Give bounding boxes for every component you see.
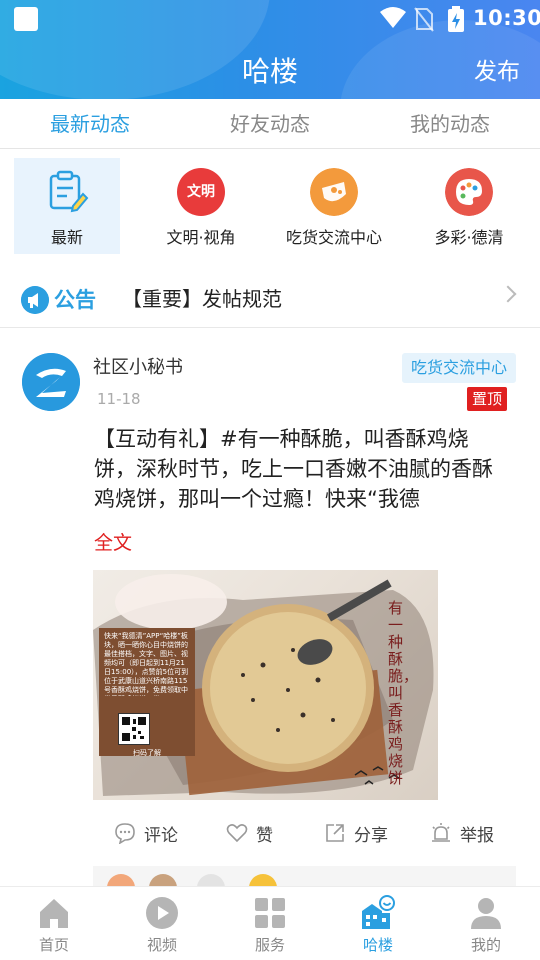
pinned-badge: 置顶 xyxy=(466,387,507,411)
promo-card: 快来“我德清”APP“哈楼”板块，晒一晒你心目中烧饼的最佳搭档，文字、图片、视频… xyxy=(99,628,195,756)
video-icon xyxy=(146,897,178,929)
nav-label: 哈楼 xyxy=(362,936,393,954)
category-latest[interactable]: 最新 xyxy=(14,158,120,254)
comment-button[interactable]: 评论 xyxy=(114,818,178,848)
clipboard-icon xyxy=(49,170,89,213)
nav-video[interactable]: 视频 xyxy=(108,887,216,960)
nav-label: 服务 xyxy=(254,936,285,954)
publish-button[interactable]: 发布 xyxy=(474,52,520,86)
category-colorful[interactable]: 多彩·德清 xyxy=(416,158,522,254)
food-icon xyxy=(310,168,358,216)
nav-label: 视频 xyxy=(146,936,177,954)
share-label: 分享 xyxy=(354,825,388,846)
battery-charging-icon xyxy=(448,6,464,32)
like-label: 赞 xyxy=(256,825,273,846)
qr-caption: 扫码了解 xyxy=(133,749,161,756)
promo-card-text: 快来“我德清”APP“哈楼”板块，晒一晒你心目中烧饼的最佳搭档，文字、图片、视频… xyxy=(104,632,189,696)
like-button[interactable]: 赞 xyxy=(226,818,273,848)
wenming-icon-text: 文明 xyxy=(187,184,215,200)
announcement-bar[interactable]: 公告 【重要】发帖规范 xyxy=(0,272,540,328)
report-button[interactable]: 举报 xyxy=(430,818,494,848)
bottom-nav: 首页 视频 服务 哈楼 我的 xyxy=(0,886,540,960)
post-actions: 评论 赞 分享 举报 xyxy=(108,818,508,848)
full-text-link[interactable]: 全文 xyxy=(94,528,132,555)
tab-friends[interactable]: 好友动态 xyxy=(180,99,360,148)
post-image[interactable]: 快来“我德清”APP“哈楼”板块，晒一晒你心目中烧饼的最佳搭档，文字、图片、视频… xyxy=(93,570,438,800)
category-label: 多彩·德清 xyxy=(434,228,504,247)
topic-tag[interactable]: 吃货交流中心 xyxy=(401,353,516,383)
category-row: 最新 文明 文明·视角 吃货交流中心 多彩·德清 xyxy=(0,158,540,256)
liker-avatars xyxy=(107,874,277,886)
announcement-text: 【重要】发帖规范 xyxy=(122,287,282,311)
notification-app-icon xyxy=(14,7,38,31)
feed-tabs: 最新动态 好友动态 我的动态 xyxy=(0,99,540,149)
category-label: 最新 xyxy=(50,228,83,247)
avatar[interactable] xyxy=(22,353,80,411)
category-label: 吃货交流中心 xyxy=(285,228,382,247)
feed-post: 社区小秘书 11-18 吃货交流中心 置顶 【互动有礼】#有一种酥脆，叫香酥鸡烧… xyxy=(0,338,540,886)
nav-label: 我的 xyxy=(470,936,501,954)
category-food[interactable]: 吃货交流中心 xyxy=(281,158,387,254)
share-icon xyxy=(326,824,344,842)
megaphone-icon xyxy=(21,286,49,314)
report-label: 举报 xyxy=(460,825,494,846)
liker-avatars-strip[interactable] xyxy=(93,866,516,886)
status-time: 10:30 xyxy=(473,6,540,30)
heart-icon xyxy=(226,824,248,843)
post-date: 11-18 xyxy=(97,390,141,408)
tab-latest[interactable]: 最新动态 xyxy=(0,99,180,148)
chevron-right-icon xyxy=(499,285,517,303)
report-icon xyxy=(432,823,450,842)
nav-home[interactable]: 首页 xyxy=(0,887,108,960)
qr-code xyxy=(118,713,150,745)
comment-icon xyxy=(115,823,135,844)
tab-mine[interactable]: 我的动态 xyxy=(360,99,540,148)
category-wenming[interactable]: 文明 文明·视角 xyxy=(148,158,254,254)
palette-icon xyxy=(445,168,493,216)
wifi-icon xyxy=(380,7,406,28)
nav-profile[interactable]: 我的 xyxy=(432,887,540,960)
nav-halou[interactable]: 哈楼 xyxy=(324,887,432,960)
wenming-icon: 文明 xyxy=(177,168,225,216)
category-label: 文明·视角 xyxy=(166,228,236,247)
status-bar: 10:30 xyxy=(0,0,540,36)
post-body[interactable]: 【互动有礼】#有一种酥脆，叫香酥鸡烧饼，深秋时节，吃上一口香嫩不油腻的香酥鸡烧饼… xyxy=(94,424,504,514)
profile-icon xyxy=(471,898,501,929)
author-name[interactable]: 社区小秘书 xyxy=(93,353,183,379)
halou-icon xyxy=(362,895,395,929)
page-title: 哈楼 xyxy=(241,55,298,88)
top-bar: 10:30 哈楼 发布 xyxy=(0,0,540,99)
announcement-badge-label: 公告 xyxy=(54,288,96,312)
comment-label: 评论 xyxy=(144,825,178,846)
nav-label: 首页 xyxy=(38,936,69,954)
home-icon xyxy=(40,899,68,928)
no-sim-icon xyxy=(414,7,434,32)
share-button[interactable]: 分享 xyxy=(324,818,388,848)
image-vertical-title: 有一种酥脆，叫香酥鸡烧饼 xyxy=(388,599,419,787)
grid-icon xyxy=(255,898,285,928)
nav-service[interactable]: 服务 xyxy=(216,887,324,960)
